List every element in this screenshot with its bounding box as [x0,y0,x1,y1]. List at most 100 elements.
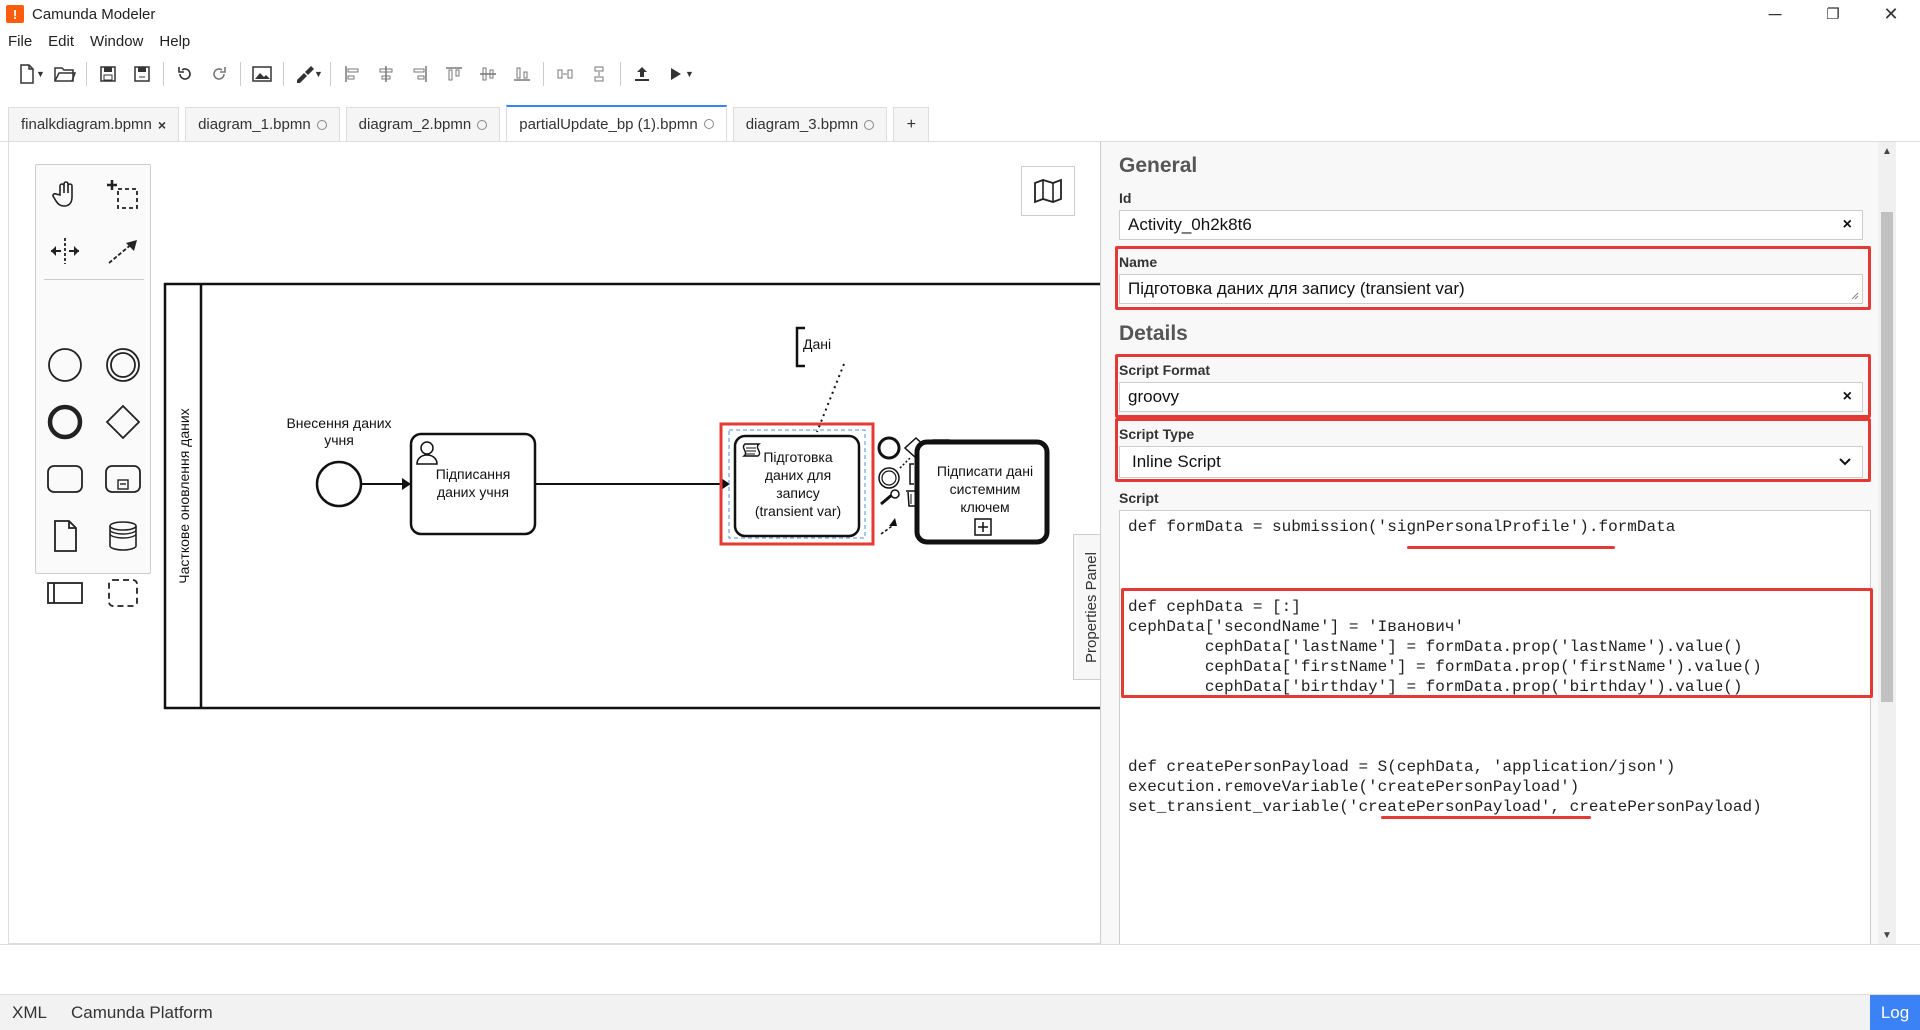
align-middle-button[interactable] [471,59,505,89]
space-tool-icon [51,237,79,264]
unsaved-dot-icon [477,119,488,130]
minimize-button[interactable]: ─ [1746,0,1804,28]
align-left-button[interactable] [335,59,369,89]
pool-icon [47,581,83,604]
tab-partial-update[interactable]: partialUpdate_bp (1).bpmn [506,105,727,141]
create-gateway[interactable] [94,393,152,450]
align-right-button[interactable] [403,59,437,89]
properties-panel: General Id Activity_0h2k8t6 × Name Підго… [1100,142,1896,944]
script-task-icon [742,443,761,457]
tab-label: partialUpdate_bp (1).bpmn [519,115,698,133]
start-event[interactable] [315,460,363,508]
bpmn-diagram[interactable]: Часткове оновлення даних Внесення даних … [9,142,1100,944]
menu-file[interactable]: File [0,33,40,50]
execution-platform-button[interactable]: Camunda Platform [71,1003,213,1023]
create-group[interactable] [94,564,152,621]
undo-icon [178,67,191,80]
save-as-button[interactable] [125,59,159,89]
save-button[interactable] [91,59,125,89]
create-pool[interactable] [36,564,94,621]
create-start-event[interactable] [36,336,94,393]
intermediate-event-icon [106,347,140,382]
tab-diagram-3[interactable]: diagram_3.bpmn [732,107,888,141]
paint-brush-icon [297,66,314,83]
create-end-event[interactable] [36,393,94,450]
align-middle-icon [480,67,496,81]
toolbar-separator [163,62,164,86]
script-textarea[interactable]: def formData = submission('signPersonalP… [1119,510,1871,944]
script-task-label-line3: запису [776,485,820,501]
properties-panel-toggle[interactable]: Properties Panel [1073,534,1100,680]
camunda-logo-icon: ! [6,5,24,23]
deploy-button[interactable] [625,59,659,89]
menu-help[interactable]: Help [151,33,198,50]
export-image-button[interactable] [245,59,279,89]
scroll-thumb[interactable] [1881,212,1893,702]
create-subprocess[interactable] [94,450,152,507]
distribute-horizontal-button[interactable] [548,59,582,89]
tab-finalkdiagram[interactable]: finalkdiagram.bpmn × [8,107,180,141]
toolbar-separator [620,62,621,86]
id-input[interactable]: Activity_0h2k8t6 × [1119,210,1863,240]
create-intermediate-event[interactable] [94,336,152,393]
user-task-label-line1: Підписання [436,466,511,482]
save-icon [100,66,116,82]
undo-button[interactable] [168,59,202,89]
unsaved-dot-icon [864,119,875,130]
global-connect-tool[interactable] [94,222,152,279]
start-instance-caret-icon[interactable]: ▼ [685,69,697,79]
scroll-down-icon[interactable]: ▼ [1878,926,1896,944]
log-button[interactable]: Log [1870,995,1920,1030]
hand-tool[interactable] [36,165,94,222]
create-data-object[interactable] [36,507,94,564]
task-icon [47,464,83,493]
file-tabs: finalkdiagram.bpmn × diagram_1.bpmn diag… [0,105,1920,142]
tab-diagram-2[interactable]: diagram_2.bpmn [345,107,501,141]
minimap-toggle-button[interactable] [1021,166,1075,216]
id-value: Activity_0h2k8t6 [1128,215,1252,234]
script-line-1: def formData = submission('signPersonalP… [1128,518,1676,536]
new-file-caret-icon[interactable]: ▼ [36,69,48,79]
clear-id-icon[interactable]: × [1843,216,1852,234]
distribute-vertical-button[interactable] [582,59,616,89]
append-end-event-icon[interactable] [877,436,901,460]
close-window-button[interactable]: ✕ [1862,0,1920,28]
group-icon [108,578,138,607]
create-task[interactable] [36,450,94,507]
toolbar-separator [240,62,241,86]
start-event-icon [48,347,82,382]
color-picker-caret-icon[interactable]: ▼ [314,69,326,79]
collapsed-marker-icon [974,518,992,536]
folder-open-icon [54,67,76,82]
properties-panel-toggle-label: Properties Panel [1082,551,1100,663]
menu-edit[interactable]: Edit [40,33,82,50]
palette-separator [44,279,144,280]
script-task-label-line1: Підготовка [763,449,833,465]
script-task-label-line4: (transient var) [755,503,841,519]
distribute-horizontal-icon [557,69,573,79]
tab-diagram-1[interactable]: diagram_1.bpmn [185,107,340,141]
annotation-text: Дані [803,336,831,352]
pool-label: Часткове оновлення даних [176,408,192,583]
align-top-button[interactable] [437,59,471,89]
toolbar-separator [86,62,87,86]
align-bottom-button[interactable] [505,59,539,89]
create-data-store[interactable] [94,507,152,564]
end-event-icon [47,404,83,439]
add-tab-button[interactable]: + [893,107,930,141]
panel-scrollbar[interactable]: ▲ ▼ [1878,142,1896,944]
start-event-label-line1: Внесення даних [286,415,391,431]
xml-view-button[interactable]: XML [12,1003,47,1023]
restore-button[interactable]: ❐ [1804,0,1862,28]
space-tool[interactable] [36,222,94,279]
menu-window[interactable]: Window [82,33,151,50]
close-tab-icon[interactable]: × [158,117,166,133]
lasso-tool[interactable] [94,165,152,222]
gateway-icon [105,404,141,439]
scroll-up-icon[interactable]: ▲ [1878,142,1896,160]
open-file-button[interactable] [48,59,82,89]
redo-button[interactable] [202,59,236,89]
call-activity-label-line2: системним [950,481,1021,497]
align-center-button[interactable] [369,59,403,89]
diagram-canvas[interactable]: Часткове оновлення даних Внесення даних … [8,142,1100,944]
